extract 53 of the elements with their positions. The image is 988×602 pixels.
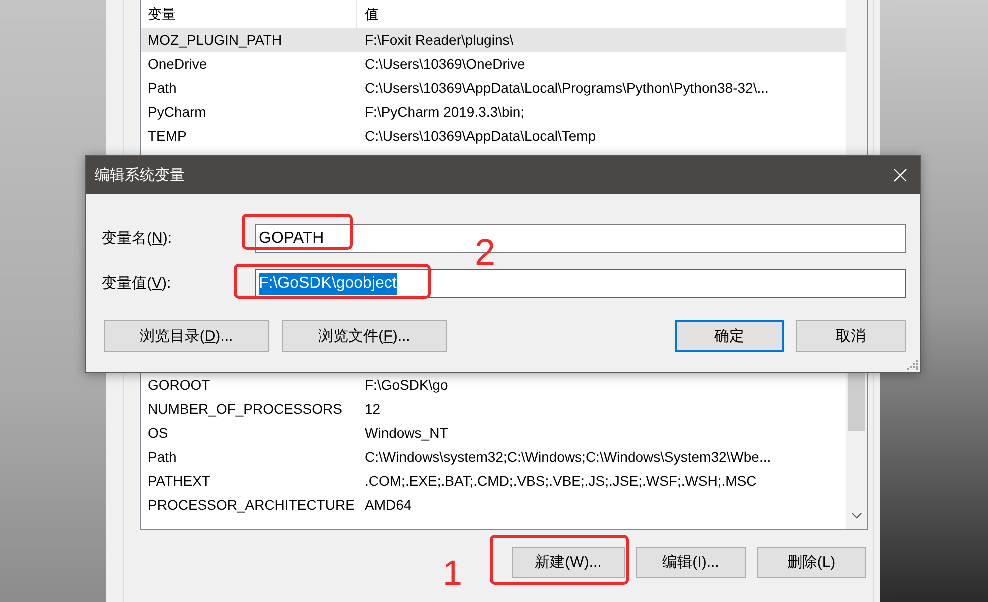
list-row[interactable]: NUMBER_OF_PROCESSORS 12	[141, 397, 846, 421]
variable-name: NUMBER_OF_PROCESSORS	[147, 400, 342, 419]
text-field[interactable]: F:\GoSDK\goobject	[255, 269, 906, 298]
variable-value: F:\Foxit Reader\plugins\	[364, 31, 514, 50]
chevron-down-icon[interactable]	[852, 513, 862, 519]
browse-button[interactable]: 浏览文件(F)...	[282, 320, 447, 352]
column-header[interactable]: 值	[357, 0, 846, 28]
window-button[interactable]: 删除(L)	[757, 547, 866, 578]
variable-value: AMD64	[364, 496, 412, 515]
variable-value: C:\Users\10369\AppData\Local\Programs\Python\Python38-32\...	[364, 79, 769, 98]
window-button[interactable]: 编辑(I)...	[636, 547, 746, 578]
list-row[interactable]: PyCharm F:\PyCharm 2019.3.3\bin;	[141, 100, 846, 124]
variable-name: PyCharm	[147, 103, 206, 122]
close-button[interactable]	[894, 168, 907, 182]
dialog-button[interactable]: 确定	[675, 320, 784, 352]
variable-name: Path	[147, 448, 177, 467]
list-row[interactable]: MOZ_PLUGIN_PATH F:\Foxit Reader\plugins\	[141, 28, 846, 52]
variable-value: F:\GoSDK\go	[364, 376, 448, 395]
variable-name: TEMP	[147, 127, 187, 146]
list-row[interactable]: Path C:\Windows\system32;C:\Windows;C:\Windows\System32\Wbe...	[141, 445, 846, 469]
variable-value: .COM;.EXE;.BAT;.CMD;.VBS;.VBE;.JS;.JSE;.WSF;.WSH;.MSC	[364, 472, 757, 491]
window-button[interactable]: 新建(W)...	[512, 547, 625, 578]
variable-value: C:\Users\10369\AppData\Local\Temp	[364, 127, 596, 146]
variable-name: MOZ_PLUGIN_PATH	[147, 31, 282, 50]
list-row[interactable]: GOROOT F:\GoSDK\go	[141, 373, 846, 397]
list-row[interactable]: OS Windows_NT	[141, 421, 846, 445]
resize-grip[interactable]	[907, 359, 918, 370]
browse-button[interactable]: 浏览目录(D)...	[104, 320, 269, 352]
list-row[interactable]: TEMP C:\Users\10369\AppData\Local\Temp	[141, 124, 846, 148]
variable-name: GOROOT	[147, 376, 210, 395]
scrollbar-track[interactable]	[846, 0, 867, 155]
variable-name: PROCESSOR_ARCHITECTURE	[147, 496, 355, 515]
variable-name: OS	[147, 424, 168, 443]
scrollbar-track[interactable]	[846, 373, 867, 529]
list-row[interactable]: Path C:\Users\10369\AppData\Local\Programs\Python\Python38-32\...	[141, 76, 846, 100]
list-row[interactable]: PROCESSOR_ARCHITECTURE AMD64	[141, 493, 846, 517]
field-label: 变量名(N):	[102, 229, 172, 248]
list-row[interactable]: OneDrive C:\Users\10369\OneDrive	[141, 52, 846, 76]
variable-value: C:\Windows\system32;C:\Windows;C:\Windows\System32\Wbe...	[364, 448, 772, 467]
variable-value: F:\PyCharm 2019.3.3\bin;	[364, 103, 525, 122]
variable-value: C:\Users\10369\OneDrive	[364, 55, 526, 74]
step-number: 1	[443, 560, 462, 588]
variable-value: 12	[364, 400, 381, 419]
variable-name: Path	[147, 79, 177, 98]
field-label: 变量值(V):	[102, 274, 172, 293]
dialog-title: 编辑系统变量	[95, 166, 185, 184]
close-icon	[894, 168, 907, 182]
variable-name: OneDrive	[147, 55, 208, 74]
dialog-button[interactable]: 取消	[796, 320, 906, 352]
variable-value: Windows_NT	[364, 424, 448, 443]
scrollbar-thumb[interactable]	[848, 373, 865, 431]
variable-name: PATHEXT	[147, 472, 210, 491]
list-row[interactable]: PATHEXT .COM;.EXE;.BAT;.CMD;.VBS;.VBE;.JS;.JSE;.WSF;.WSH;.MSC	[141, 469, 846, 493]
